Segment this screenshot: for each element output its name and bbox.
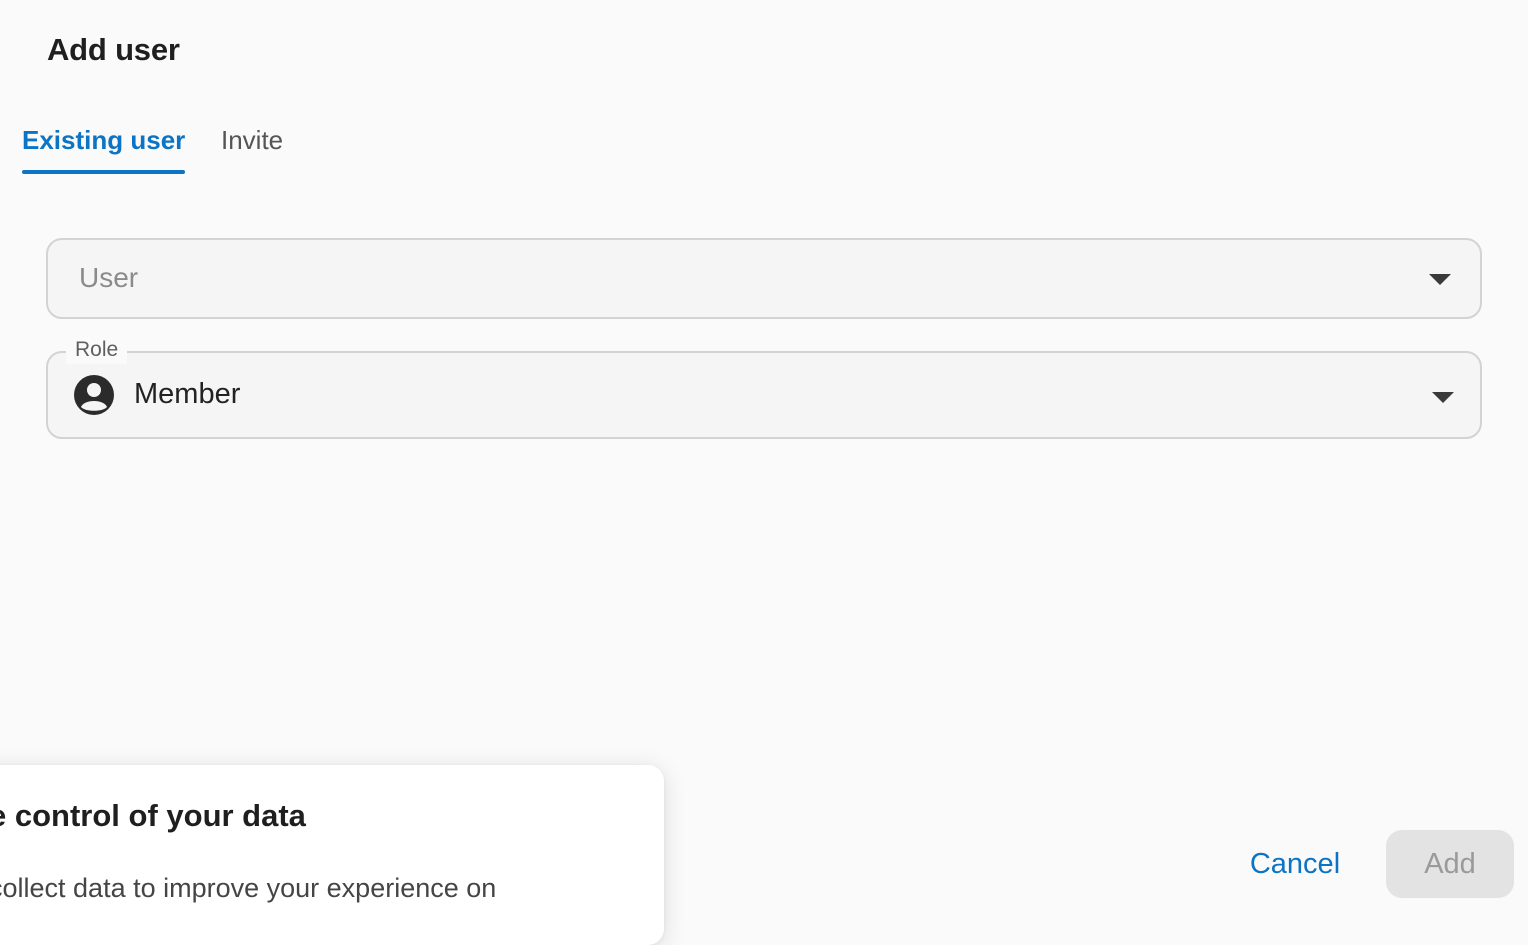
tab-existing-user-label: Existing user	[22, 125, 186, 155]
dialog-title: Add user	[47, 32, 180, 67]
chevron-down-icon[interactable]	[1432, 392, 1454, 403]
user-select[interactable]: User	[46, 238, 1482, 319]
role-select[interactable]: Role Member	[46, 336, 1482, 439]
chevron-down-icon[interactable]	[1429, 274, 1451, 285]
tab-existing-user[interactable]: Existing user	[22, 120, 186, 174]
consent-body: collect data to improve your experience …	[0, 873, 497, 903]
user-select-placeholder: User	[79, 262, 139, 293]
role-select-value: Member	[134, 378, 241, 410]
consent-title: e control of your data	[0, 798, 306, 833]
account-circle-icon	[74, 375, 114, 415]
active-tab-indicator	[22, 170, 186, 174]
role-field-label: Role	[66, 336, 128, 364]
add-button[interactable]: Add	[1386, 830, 1514, 898]
tab-invite-label: Invite	[221, 125, 284, 155]
tab-invite[interactable]: Invite	[221, 120, 283, 174]
data-consent-banner: e control of your data collect data to i…	[0, 765, 664, 945]
cancel-button[interactable]: Cancel	[1232, 834, 1358, 894]
